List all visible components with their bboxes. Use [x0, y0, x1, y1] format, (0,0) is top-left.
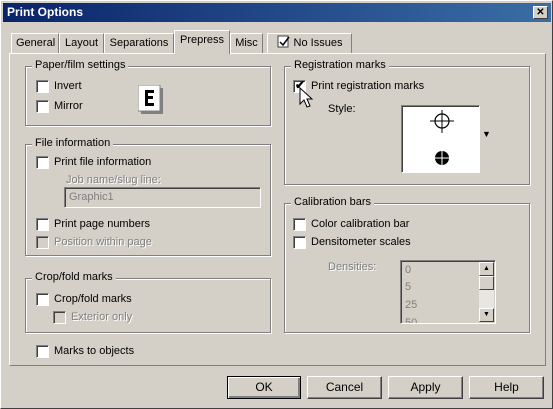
position-within-page-label: Position within page [54, 235, 152, 248]
invert-checkbox-row[interactable]: Invert [36, 78, 82, 94]
registration-style-picker[interactable] [401, 105, 480, 173]
tab-label: Layout [64, 37, 99, 49]
tab-general[interactable]: General [11, 33, 59, 53]
print-file-info-label: Print file information [54, 155, 152, 168]
print-page-numbers-label: Print page numbers [54, 217, 150, 230]
tab-label: No Issues [293, 37, 343, 49]
color-calibration-bar-row[interactable]: Color calibration bar [293, 216, 409, 232]
mirror-checkbox-row[interactable]: Mirror [36, 98, 83, 114]
invert-label: Invert [54, 79, 82, 92]
list-item[interactable]: 50 [405, 317, 417, 323]
close-button[interactable]: ✕ [533, 6, 548, 19]
cancel-button[interactable]: Cancel [307, 376, 382, 399]
tab-label: Separations [109, 37, 169, 49]
mirror-checkbox[interactable] [36, 99, 49, 113]
position-within-page-row[interactable]: Position within page [36, 234, 152, 250]
tab-prepress[interactable]: Prepress [174, 30, 230, 54]
mouse-cursor-icon [299, 87, 314, 108]
print-page-numbers-row[interactable]: Print page numbers [36, 216, 150, 232]
marks-to-objects-label: Marks to objects [54, 344, 135, 357]
list-item[interactable]: 5 [405, 281, 411, 293]
tab-label: General [16, 37, 56, 49]
print-options-dialog: Print Options ✕ General Layout Separatio… [0, 0, 553, 409]
tab-separations[interactable]: Separations [104, 33, 174, 53]
invert-checkbox[interactable] [36, 79, 49, 93]
position-within-page-checkbox[interactable] [36, 235, 49, 249]
tab-label: Misc [235, 37, 258, 49]
ok-button[interactable]: OK [227, 376, 301, 399]
color-calibration-bar-checkbox[interactable] [293, 217, 306, 231]
tab-no-issues[interactable]: No Issues [267, 33, 352, 53]
tab-layout[interactable]: Layout [59, 33, 104, 53]
densities-listbox[interactable]: 0 5 25 50 ▲ ▼ [400, 260, 496, 324]
marks-to-objects-checkbox[interactable] [36, 344, 49, 358]
scroll-up-button[interactable]: ▲ [479, 262, 494, 276]
exterior-only-row[interactable]: Exterior only [53, 309, 132, 325]
title-bar: Print Options ✕ [3, 3, 551, 22]
group-title: Calibration bars [291, 196, 375, 208]
densities-scrollbar[interactable]: ▲ ▼ [479, 262, 494, 322]
check-doc-icon [277, 35, 290, 48]
scroll-thumb[interactable] [479, 276, 494, 290]
print-file-info-row[interactable]: Print file information [36, 154, 151, 170]
crop-fold-marks-label: Crop/fold marks [54, 292, 132, 305]
densitometer-scales-row[interactable]: Densitometer scales [293, 234, 411, 250]
marks-to-objects-row[interactable]: Marks to objects [36, 343, 134, 359]
exterior-only-checkbox[interactable] [53, 310, 66, 324]
group-title: Crop/fold marks [32, 271, 116, 283]
apply-button[interactable]: Apply [388, 376, 463, 399]
print-page-numbers-checkbox[interactable] [36, 217, 49, 231]
color-calibration-bar-label: Color calibration bar [311, 217, 410, 230]
registration-mark-style-icon [430, 110, 454, 165]
group-title: File information [32, 137, 114, 149]
densities-label: Densities: [328, 260, 377, 273]
close-icon: ✕ [536, 7, 545, 18]
group-title: Paper/film settings [32, 59, 129, 71]
style-dropdown-arrow-icon[interactable]: ▼ [482, 129, 492, 139]
crop-fold-marks-checkbox[interactable] [36, 292, 49, 306]
densitometer-scales-checkbox[interactable] [293, 235, 306, 249]
help-button[interactable]: Help [469, 376, 544, 399]
slug-label: Job name/slug line: [66, 173, 161, 186]
slug-line-input[interactable]: Graphic1 [64, 187, 261, 208]
style-label: Style: [328, 102, 356, 115]
group-title: Registration marks [291, 59, 389, 71]
print-file-info-checkbox[interactable] [36, 155, 49, 169]
window-title: Print Options [7, 5, 83, 19]
scroll-down-icon: ▼ [483, 311, 490, 318]
page-e-icon [138, 85, 163, 114]
tab-label: Prepress [179, 34, 225, 46]
mirror-label: Mirror [54, 99, 83, 112]
densitometer-scales-label: Densitometer scales [311, 235, 411, 248]
scroll-down-button[interactable]: ▼ [479, 308, 494, 322]
crop-fold-marks-row[interactable]: Crop/fold marks [36, 291, 132, 307]
scroll-up-icon: ▲ [483, 265, 490, 272]
list-item[interactable]: 0 [405, 264, 411, 276]
tab-misc[interactable]: Misc [230, 33, 263, 53]
list-item[interactable]: 25 [405, 299, 417, 311]
exterior-only-label: Exterior only [71, 310, 133, 323]
print-registration-marks-label: Print registration marks [311, 79, 425, 92]
